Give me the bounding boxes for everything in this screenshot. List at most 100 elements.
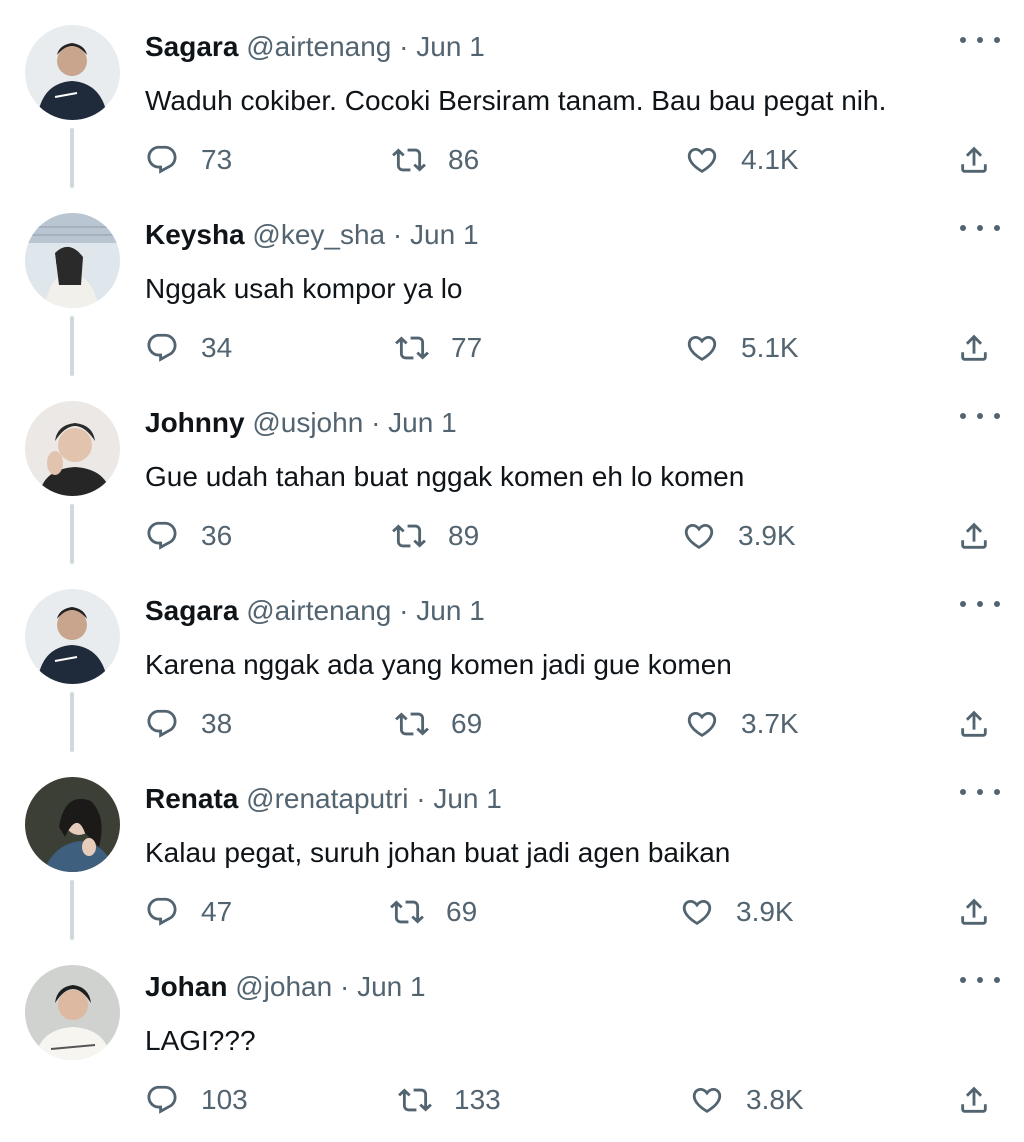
- separator-dot: ·: [416, 783, 426, 814]
- more-icon[interactable]: [960, 216, 1000, 240]
- reply-count: 103: [201, 1084, 248, 1115]
- retweet-button[interactable]: 69: [390, 892, 477, 932]
- retweet-count: 89: [448, 520, 480, 551]
- tweet-header: Sagara @airtenang · Jun 1: [145, 594, 485, 628]
- tweet-text: Karena nggak ada yang komen jadi gue kom…: [145, 649, 732, 680]
- share-button[interactable]: [957, 704, 991, 744]
- retweet-button[interactable]: 89: [392, 516, 479, 556]
- reply-button[interactable]: 36: [145, 516, 232, 556]
- like-button[interactable]: 3.8K: [690, 1080, 804, 1120]
- tweet-date[interactable]: Jun 1: [416, 595, 485, 626]
- share-icon: [957, 331, 991, 365]
- retweet-count: 86: [448, 144, 480, 175]
- avatar[interactable]: [25, 401, 120, 496]
- tweet[interactable]: Sagara @airtenang · Jun 1 Waduh cokiber.…: [0, 0, 1024, 188]
- tweet[interactable]: Johan @johan · Jun 1 LAGI??? 103 133 3.8…: [0, 940, 1024, 1128]
- reply-button[interactable]: 38: [145, 704, 232, 744]
- tweet-date[interactable]: Jun 1: [357, 971, 426, 1002]
- more-icon[interactable]: [960, 968, 1000, 992]
- thread-line: [70, 128, 74, 188]
- share-button[interactable]: [957, 140, 991, 180]
- like-button[interactable]: 3.9K: [682, 516, 796, 556]
- reply-count: 36: [201, 520, 233, 551]
- reply-button[interactable]: 34: [145, 328, 232, 368]
- thread-line: [70, 692, 74, 752]
- thread-line: [70, 504, 74, 564]
- user-handle[interactable]: @airtenang: [246, 595, 391, 626]
- display-name[interactable]: Keysha: [145, 219, 245, 250]
- reply-icon: [145, 895, 179, 929]
- tweet-date[interactable]: Jun 1: [410, 219, 479, 250]
- retweet-icon: [392, 143, 426, 177]
- display-name[interactable]: Sagara: [145, 31, 238, 62]
- avatar[interactable]: [25, 777, 120, 872]
- user-handle[interactable]: @johan: [235, 971, 332, 1002]
- retweet-button[interactable]: 86: [392, 140, 479, 180]
- avatar[interactable]: [25, 965, 120, 1060]
- heart-icon: [680, 895, 714, 929]
- like-count: 3.7K: [741, 708, 799, 739]
- like-button[interactable]: 3.9K: [680, 892, 794, 932]
- tweet-date[interactable]: Jun 1: [416, 31, 485, 62]
- retweet-button[interactable]: 133: [398, 1080, 501, 1120]
- tweet-date[interactable]: Jun 1: [433, 783, 502, 814]
- tweet[interactable]: Johnny @usjohn · Jun 1 Gue udah tahan bu…: [0, 376, 1024, 564]
- more-icon[interactable]: [960, 404, 1000, 428]
- share-icon: [957, 895, 991, 929]
- retweet-count: 77: [451, 332, 483, 363]
- reply-count: 47: [201, 896, 233, 927]
- avatar[interactable]: [25, 25, 120, 120]
- more-icon[interactable]: [960, 28, 1000, 52]
- retweet-count: 133: [454, 1084, 501, 1115]
- tweet-header: Renata @renataputri · Jun 1: [145, 782, 502, 816]
- like-count: 3.8K: [746, 1084, 804, 1115]
- share-icon: [957, 707, 991, 741]
- display-name[interactable]: Renata: [145, 783, 238, 814]
- share-icon: [957, 519, 991, 553]
- reply-thread: Sagara @airtenang · Jun 1 Waduh cokiber.…: [0, 0, 1024, 1142]
- avatar[interactable]: [25, 213, 120, 308]
- share-button[interactable]: [957, 892, 991, 932]
- like-button[interactable]: 4.1K: [685, 140, 799, 180]
- tweet-text: Waduh cokiber. Cocoki Bersiram tanam. Ba…: [145, 85, 887, 116]
- reply-button[interactable]: 47: [145, 892, 232, 932]
- reply-button[interactable]: 103: [145, 1080, 248, 1120]
- display-name[interactable]: Johan: [145, 971, 227, 1002]
- display-name[interactable]: Johnny: [145, 407, 245, 438]
- tweet-date[interactable]: Jun 1: [388, 407, 457, 438]
- tweet-header: Johan @johan · Jun 1: [145, 970, 426, 1004]
- separator-dot: ·: [339, 971, 350, 1002]
- retweet-icon: [390, 895, 424, 929]
- reply-button[interactable]: 73: [145, 140, 232, 180]
- more-icon[interactable]: [960, 592, 1000, 616]
- more-icon[interactable]: [960, 780, 1000, 804]
- reply-count: 38: [201, 708, 233, 739]
- like-button[interactable]: 3.7K: [685, 704, 799, 744]
- tweet[interactable]: Keysha @key_sha · Jun 1 Nggak usah kompo…: [0, 188, 1024, 376]
- avatar[interactable]: [25, 589, 120, 684]
- share-button[interactable]: [957, 516, 991, 556]
- user-handle[interactable]: @key_sha: [252, 219, 385, 250]
- heart-icon: [682, 519, 716, 553]
- retweet-icon: [398, 1083, 432, 1117]
- user-handle[interactable]: @usjohn: [252, 407, 363, 438]
- separator-dot: ·: [371, 407, 381, 438]
- share-button[interactable]: [957, 328, 991, 368]
- reply-icon: [145, 331, 179, 365]
- tweet[interactable]: Sagara @airtenang · Jun 1 Karena nggak a…: [0, 564, 1024, 752]
- tweet-text: Kalau pegat, suruh johan buat jadi agen …: [145, 837, 731, 868]
- display-name[interactable]: Sagara: [145, 595, 238, 626]
- share-button[interactable]: [957, 1080, 991, 1120]
- retweet-button[interactable]: 77: [395, 328, 482, 368]
- user-handle[interactable]: @airtenang: [246, 31, 391, 62]
- user-handle[interactable]: @renataputri: [246, 783, 408, 814]
- like-button[interactable]: 5.1K: [685, 328, 799, 368]
- heart-icon: [685, 143, 719, 177]
- retweet-count: 69: [451, 708, 483, 739]
- like-count: 4.1K: [741, 144, 799, 175]
- like-count: 3.9K: [738, 520, 796, 551]
- retweet-button[interactable]: 69: [395, 704, 482, 744]
- tweet[interactable]: Renata @renataputri · Jun 1 Kalau pegat,…: [0, 752, 1024, 940]
- retweet-icon: [392, 519, 426, 553]
- reply-count: 73: [201, 144, 233, 175]
